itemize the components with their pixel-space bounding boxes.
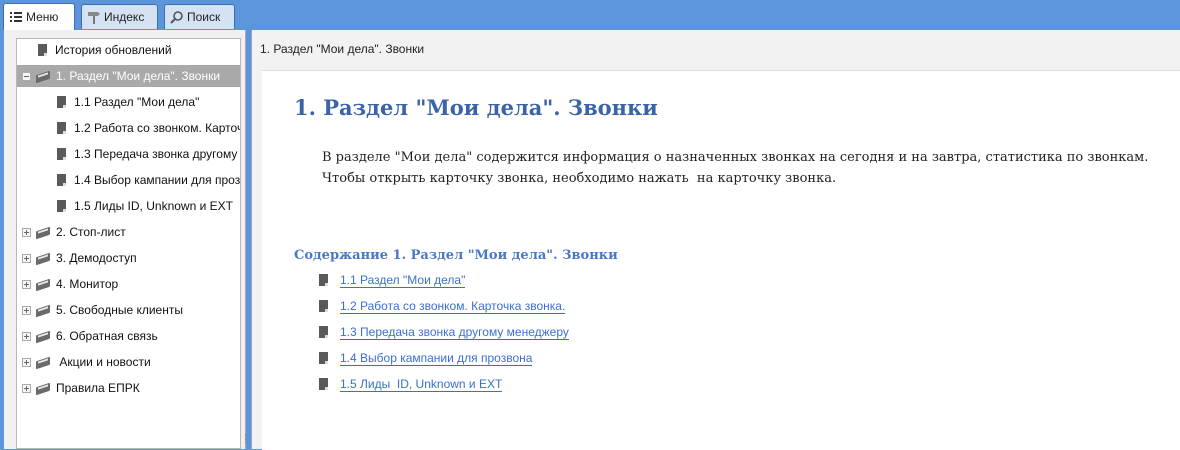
tree-item-section-2[interactable]: 2. Стоп-лист bbox=[17, 221, 240, 243]
tree-item-1-5[interactable]: 1.5 Лиды ID, Unknown и EXT bbox=[17, 195, 240, 217]
tree-item-section-4[interactable]: 4. Монитор bbox=[17, 273, 240, 295]
expand-icon[interactable] bbox=[22, 331, 31, 341]
toc-link-1-2[interactable]: 1.2 Работа со звонком. Карточка звонка. bbox=[340, 299, 566, 314]
tab-index-label: Индекс bbox=[104, 10, 145, 24]
toc-link-1-5[interactable]: 1.5 Лиды ID, Unknown и EXT bbox=[340, 377, 503, 392]
tree-item-label: 1.1 Раздел "Мои дела" bbox=[74, 95, 200, 109]
tree-item-label: Акции и новости bbox=[56, 355, 151, 369]
book-icon bbox=[36, 383, 51, 394]
tree-item-label: 1. Раздел "Мои дела". Звонки bbox=[56, 69, 221, 83]
tree-item-label: 6. Обратная связь bbox=[56, 329, 158, 343]
tab-menu[interactable]: Меню bbox=[3, 3, 75, 30]
description-line-1: В разделе "Мои дела" содержится информац… bbox=[322, 150, 1149, 165]
navigation-panel: История обновлений 1. Раздел "Мои дела".… bbox=[4, 30, 246, 449]
tree-item-1-3[interactable]: 1.3 Передача звонка другому менеджеру bbox=[17, 143, 240, 165]
toc-item: 1.1 Раздел "Мои дела" bbox=[319, 271, 466, 289]
document-icon bbox=[57, 174, 66, 186]
tree-item-label: 4. Монитор bbox=[56, 277, 119, 291]
book-icon bbox=[36, 331, 51, 342]
content-panel: 1. Раздел "Мои дела". Звонки 1. Раздел "… bbox=[251, 30, 1180, 450]
toc-item: 1.5 Лиды ID, Unknown и EXT bbox=[319, 375, 503, 393]
expand-icon[interactable] bbox=[22, 227, 31, 237]
collapse-icon[interactable] bbox=[22, 71, 31, 81]
document-icon bbox=[319, 378, 328, 390]
expand-icon[interactable] bbox=[22, 279, 31, 289]
list-icon bbox=[9, 10, 23, 24]
document-icon bbox=[57, 200, 66, 212]
tree-item-label: 1.3 Передача звонка другому менеджеру bbox=[74, 147, 240, 161]
tree-item-section-1[interactable]: 1. Раздел "Мои дела". Звонки bbox=[17, 65, 240, 87]
open-book-icon bbox=[36, 71, 51, 82]
breadcrumb: 1. Раздел "Мои дела". Звонки bbox=[260, 42, 425, 56]
tree-item-label: 3. Демодоступ bbox=[56, 251, 137, 265]
document-icon bbox=[57, 148, 66, 160]
tab-search[interactable]: Поиск bbox=[164, 4, 235, 29]
document-icon bbox=[38, 44, 47, 56]
book-icon bbox=[36, 305, 51, 316]
toc-link-1-4[interactable]: 1.4 Выбор кампании для прозвона bbox=[340, 351, 533, 366]
document-icon bbox=[319, 274, 328, 286]
tree-item-label: Правила ЕПРК bbox=[56, 381, 140, 395]
expand-icon[interactable] bbox=[22, 357, 31, 367]
book-icon bbox=[36, 279, 51, 290]
toc-link-1-1[interactable]: 1.1 Раздел "Мои дела" bbox=[340, 273, 466, 288]
book-icon bbox=[36, 227, 51, 238]
contents-tree: История обновлений 1. Раздел "Мои дела".… bbox=[16, 38, 241, 449]
expand-icon[interactable] bbox=[22, 305, 31, 315]
expand-icon[interactable] bbox=[22, 253, 31, 263]
topic-content: 1. Раздел "Мои дела". Звонки В разделе "… bbox=[262, 70, 1180, 450]
tab-index[interactable]: Индекс bbox=[81, 4, 158, 29]
toc-heading: Содержание 1. Раздел "Мои дела". Звонки bbox=[294, 248, 618, 263]
document-icon bbox=[57, 96, 66, 108]
tree-item-label: 1.4 Выбор кампании для прозвона bbox=[74, 173, 241, 187]
document-icon bbox=[319, 326, 328, 338]
book-icon bbox=[36, 357, 51, 368]
tree-item-label: 1.5 Лиды ID, Unknown и EXT bbox=[74, 199, 233, 213]
tree-item-section-5[interactable]: 5. Свободные клиенты bbox=[17, 299, 240, 321]
toc-item: 1.3 Передача звонка другому менеджеру bbox=[319, 323, 569, 341]
tree-item-promotions[interactable]: Акции и новости bbox=[17, 351, 240, 373]
toc-item: 1.2 Работа со звонком. Карточка звонка. bbox=[319, 297, 566, 315]
tree-item-1-1[interactable]: 1.1 Раздел "Мои дела" bbox=[17, 91, 240, 113]
tab-search-label: Поиск bbox=[187, 10, 221, 24]
book-icon bbox=[36, 253, 51, 264]
tab-menu-label: Меню bbox=[26, 10, 59, 24]
tree-item-label: 5. Свободные клиенты bbox=[56, 303, 183, 317]
tree-item-section-6[interactable]: 6. Обратная связь bbox=[17, 325, 240, 347]
document-icon bbox=[319, 352, 328, 364]
tab-bar: Меню Индекс Поиск bbox=[0, 0, 1180, 30]
document-icon bbox=[319, 300, 328, 312]
toc-link-1-3[interactable]: 1.3 Передача звонка другому менеджеру bbox=[340, 325, 569, 340]
toc-item: 1.4 Выбор кампании для прозвона bbox=[319, 349, 533, 367]
tree-item-history[interactable]: История обновлений bbox=[17, 39, 240, 61]
page-title: 1. Раздел "Мои дела". Звонки bbox=[294, 95, 658, 120]
tree-item-label: 2. Стоп-лист bbox=[56, 225, 126, 239]
tree-item-section-3[interactable]: 3. Демодоступ bbox=[17, 247, 240, 269]
panel-splitter[interactable] bbox=[245, 434, 248, 444]
tree-item-1-2[interactable]: 1.2 Работа со звонком. Карточка звонка. bbox=[17, 117, 240, 139]
document-icon bbox=[57, 122, 66, 134]
tree-item-label: История обновлений bbox=[55, 43, 172, 57]
tree-item-1-4[interactable]: 1.4 Выбор кампании для прозвона bbox=[17, 169, 241, 191]
tree-item-label: 1.2 Работа со звонком. Карточка звонка. bbox=[74, 121, 240, 135]
tree-item-rules[interactable]: Правила ЕПРК bbox=[17, 377, 240, 399]
expand-icon[interactable] bbox=[22, 383, 31, 393]
signpost-icon bbox=[87, 10, 101, 24]
search-icon bbox=[170, 10, 184, 24]
description-line-2: Чтобы открыть карточку звонка, необходим… bbox=[322, 171, 837, 186]
